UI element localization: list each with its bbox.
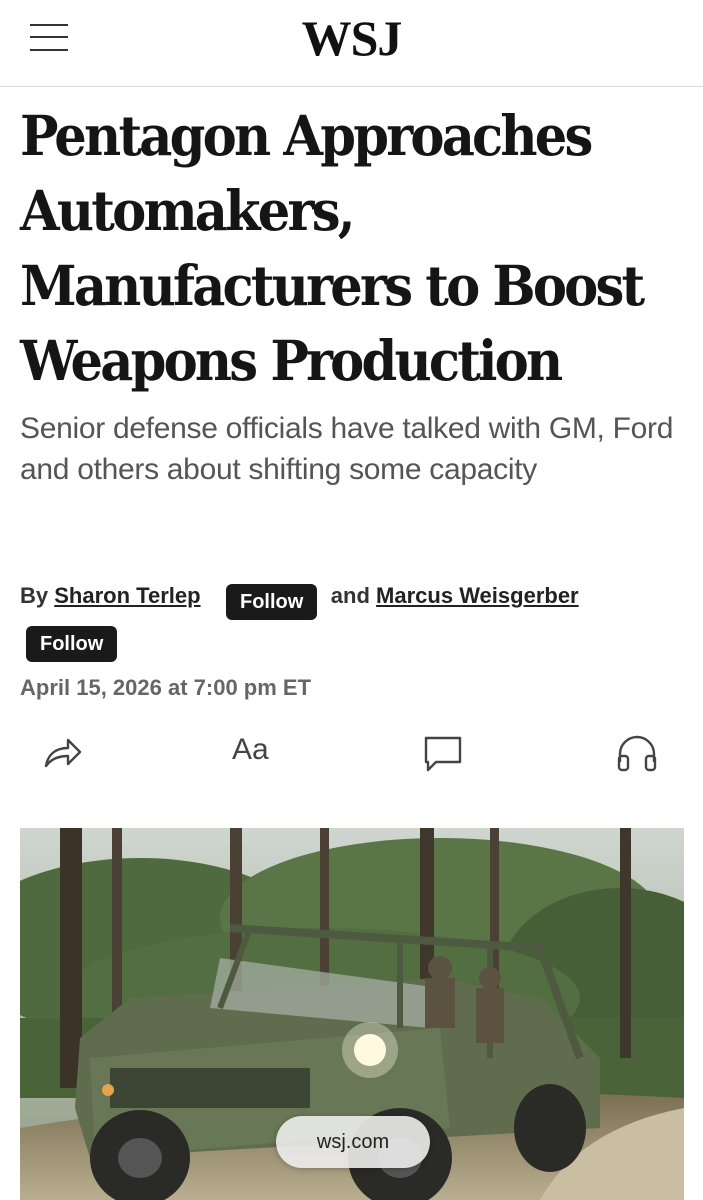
publish-date: April 15, 2026 at 7:00 pm ET [20,675,312,700]
headphones-icon[interactable] [614,732,660,776]
url-pill[interactable]: wsj.com [276,1116,430,1168]
subheadline: Senior defense officials have talked wit… [20,412,674,486]
follow-button-sharon-terlep[interactable]: Follow [226,584,318,620]
headline: Pentagon Approaches Automakers, Manufact… [20,103,645,393]
byline-prefix: By [20,583,49,608]
comment-icon[interactable] [422,734,464,778]
article-toolbar: Aa [0,730,703,776]
author-link-marcus-weisgerber[interactable]: Marcus Weisgerber [376,583,579,608]
text-size-button[interactable]: Aa [232,730,269,774]
share-arrow-icon[interactable] [42,734,84,778]
follow-button-marcus-weisgerber[interactable]: Follow [26,626,118,662]
top-bar: WSJ [0,0,703,87]
author-link-sharon-terlep[interactable]: Sharon Terlep [54,583,200,608]
byline-conjunction: and [330,583,370,608]
wsj-logo[interactable]: WSJ [0,10,703,66]
byline: By Sharon Terlep and Marcus Weisgerber [20,583,690,609]
